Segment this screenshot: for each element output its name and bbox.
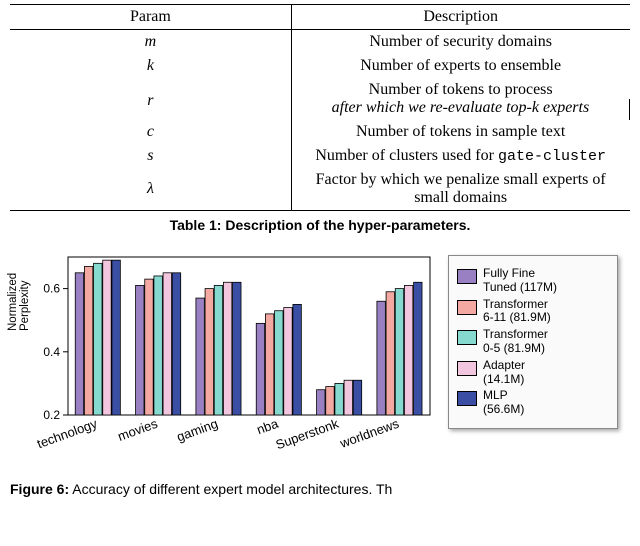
param-cell: λ [10,168,291,211]
bar [205,289,213,415]
bar [136,285,144,415]
figure-caption-fragment: Figure 6: Accuracy of different expert m… [10,481,630,497]
category-label: nba [255,415,281,437]
category-label: Superstonk [274,416,341,453]
table: Param Description m Number of security d… [10,4,630,211]
bar [275,311,283,415]
legend-item: Transformer0-5 (81.9M) [457,328,607,356]
bar-chart: 0.20.40.6technologymoviesgamingnbaSupers… [10,245,440,475]
bar [344,380,352,415]
legend-item: Adapter(14.1M) [457,359,607,387]
bar [335,383,343,415]
chart-svg-box: Normalized Perplexity 0.20.40.6technolog… [10,245,440,475]
desc-cell: Number of tokens in sample text [291,120,629,144]
legend-text: Adapter(14.1M) [483,359,525,387]
legend-swatch [457,391,477,406]
desc-code: gate-cluster [498,148,606,165]
table-caption: Table 1: Description of the hyper-parame… [10,217,630,233]
bar [377,301,385,415]
category-label: movies [116,416,160,444]
plot-frame [68,257,430,415]
bar [223,282,231,415]
table-row: r Number of tokens to process [10,78,630,99]
param-cell: r [10,78,291,120]
header-param: Param [10,5,291,30]
caption-label: Table 1: [170,217,222,233]
bar [353,380,361,415]
bar [317,390,325,415]
bar [265,314,273,415]
legend-item: Fully FineTuned (117M) [457,267,607,295]
ytick-label: 0.4 [43,345,60,359]
bar [172,273,180,415]
ylabel-l2: Perplexity [19,281,31,332]
desc-cell: Factor by which we penalize small expert… [291,168,629,211]
bar [112,260,120,415]
desc-cell: after which we re-evaluate top-k experts [291,99,629,120]
param-cell: c [10,120,291,144]
bar [84,266,92,415]
legend: Fully FineTuned (117M) Transformer6-11 (8… [448,255,618,429]
table-row: k Number of experts to ensemble [10,54,630,78]
bar [214,285,222,415]
legend-swatch [457,300,477,315]
ytick-label: 0.2 [43,408,60,422]
hyperparam-table: Param Description m Number of security d… [10,4,630,233]
legend-item: MLP(56.6M) [457,389,607,417]
desc-text: Number of clusters used for [315,147,498,164]
bar [386,292,394,415]
chart-area: Normalized Perplexity 0.20.40.6technolog… [10,245,630,475]
y-axis-title: Normalized Perplexity [7,273,31,331]
ytick-label: 0.6 [43,282,60,296]
bar [94,263,102,415]
param-cell: m [10,30,291,55]
bar [163,273,171,415]
param-cell: s [10,144,291,168]
header-desc: Description [291,5,629,30]
bar [293,304,301,415]
desc-cell: Number of experts to ensemble [291,54,629,78]
fig-label: Figure 6: [10,481,69,497]
fig-caption-text: Accuracy of different expert model archi… [72,481,392,497]
legend-swatch [457,269,477,284]
table-header-row: Param Description [10,5,630,30]
legend-text: Transformer6-11 (81.9M) [483,298,551,326]
bar [414,282,422,415]
table-row: λ Factor by which we penalize small expe… [10,168,630,211]
caption-text: Description of the hyper-parameters. [221,217,470,233]
ylabel-l1: Normalized [7,273,19,331]
bar [75,273,83,415]
bar [145,279,153,415]
bar [284,308,292,415]
bar [326,387,334,415]
desc-text: experts [539,99,589,116]
legend-text: MLP(56.6M) [483,389,524,417]
bar [233,282,241,415]
table-row: m Number of security domains [10,30,630,55]
legend-text: Transformer0-5 (81.9M) [483,328,548,356]
figure-6: Normalized Perplexity 0.20.40.6technolog… [10,245,630,497]
desc-k: k [532,99,539,116]
param-cell: k [10,54,291,78]
bar [103,260,111,415]
category-label: worldnews [337,416,401,452]
desc-cell: Number of tokens to process [291,78,629,99]
category-label: gaming [175,416,220,445]
legend-item: Transformer6-11 (81.9M) [457,298,607,326]
legend-swatch [457,330,477,345]
legend-swatch [457,361,477,376]
legend-text: Fully FineTuned (117M) [483,267,557,295]
table-row: s Number of clusters used for gate-clust… [10,144,630,168]
bar [404,285,412,415]
bar [256,323,264,415]
bar [395,289,403,415]
bar [196,298,204,415]
desc-cell: Number of clusters used for gate-cluster [291,144,629,168]
desc-cell: Number of security domains [291,30,629,55]
bar [154,276,162,415]
desc-text: after which we re-evaluate top- [332,99,532,116]
table-row: c Number of tokens in sample text [10,120,630,144]
